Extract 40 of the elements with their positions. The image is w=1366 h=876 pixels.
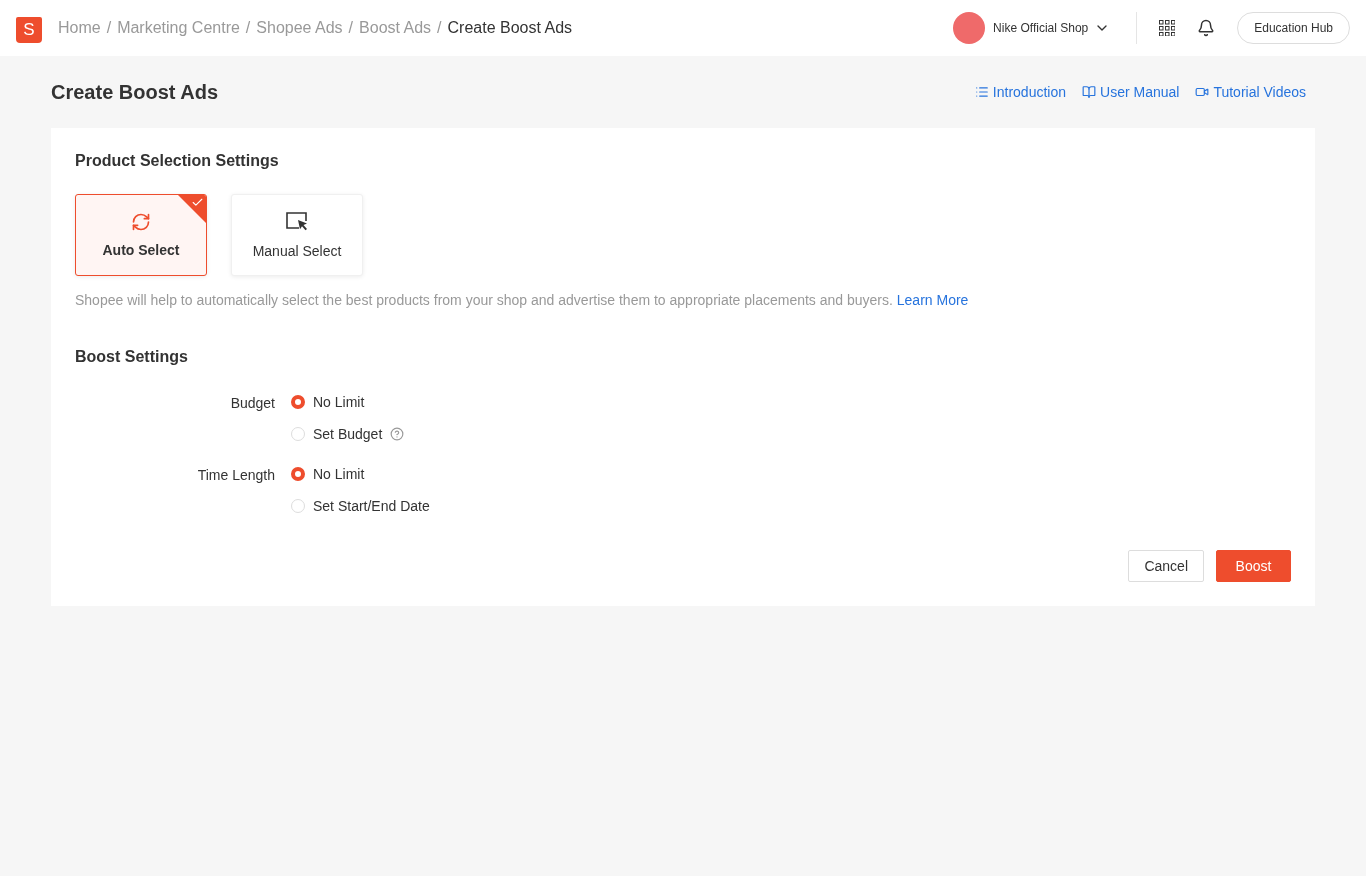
breadcrumb-separator: / xyxy=(245,19,251,37)
page-title: Create Boost Ads xyxy=(51,80,219,104)
logo[interactable]: S xyxy=(16,17,42,43)
section-title: Product Selection Settings xyxy=(75,152,280,170)
help-icon[interactable] xyxy=(390,427,405,441)
selection-option[interactable]: Manual Select xyxy=(231,194,363,276)
check-icon xyxy=(191,196,204,209)
apps-grid-icon xyxy=(1159,20,1176,36)
avatar xyxy=(953,12,986,44)
cancel-button[interactable]: Cancel xyxy=(1128,550,1204,582)
bell-icon xyxy=(1197,19,1216,37)
help-link[interactable]: Introduction xyxy=(974,84,1066,100)
cursor-on-screen-icon xyxy=(285,211,309,233)
list-icon xyxy=(974,85,989,99)
description-text: Shopee will help to automatically select the best products from your shop and advertise them to appropriate placements and buyers. Learn More xyxy=(75,292,970,308)
breadcrumb-separator: / xyxy=(106,19,112,37)
field-label: Time Length xyxy=(196,466,275,485)
boost-button[interactable]: Boost xyxy=(1216,550,1291,582)
help-link[interactable]: User Manual xyxy=(1082,84,1180,100)
radio-icon[interactable] xyxy=(291,467,305,481)
shop-dropdown[interactable]: Nike Official Shop xyxy=(993,20,1111,36)
radio-option[interactable]: Set Start/End Date xyxy=(291,494,1291,518)
radio-option[interactable]: No Limit xyxy=(291,390,1291,414)
selection-option[interactable]: Auto Select xyxy=(75,194,207,276)
section-title: Boost Settings xyxy=(75,348,189,366)
radio-icon[interactable] xyxy=(291,395,305,409)
help-link[interactable]: Tutorial Videos xyxy=(1195,84,1306,100)
education-hub-button[interactable]: Education Hub xyxy=(1237,12,1350,44)
notifications-button[interactable] xyxy=(1197,19,1216,37)
breadcrumb-link[interactable]: Create Boost Ads xyxy=(447,19,573,37)
radio-option[interactable]: Set Budget xyxy=(291,422,1291,446)
breadcrumb-separator: / xyxy=(348,19,354,37)
refresh-icon xyxy=(131,212,151,232)
field-label: Budget xyxy=(229,394,275,413)
video-icon xyxy=(1195,85,1210,99)
radio-option[interactable]: No Limit xyxy=(291,462,1291,486)
breadcrumb-separator: / xyxy=(437,19,442,37)
book-icon xyxy=(1082,85,1096,99)
learn-more-link[interactable]: Learn More xyxy=(896,292,969,308)
apps-button[interactable] xyxy=(1159,20,1176,36)
